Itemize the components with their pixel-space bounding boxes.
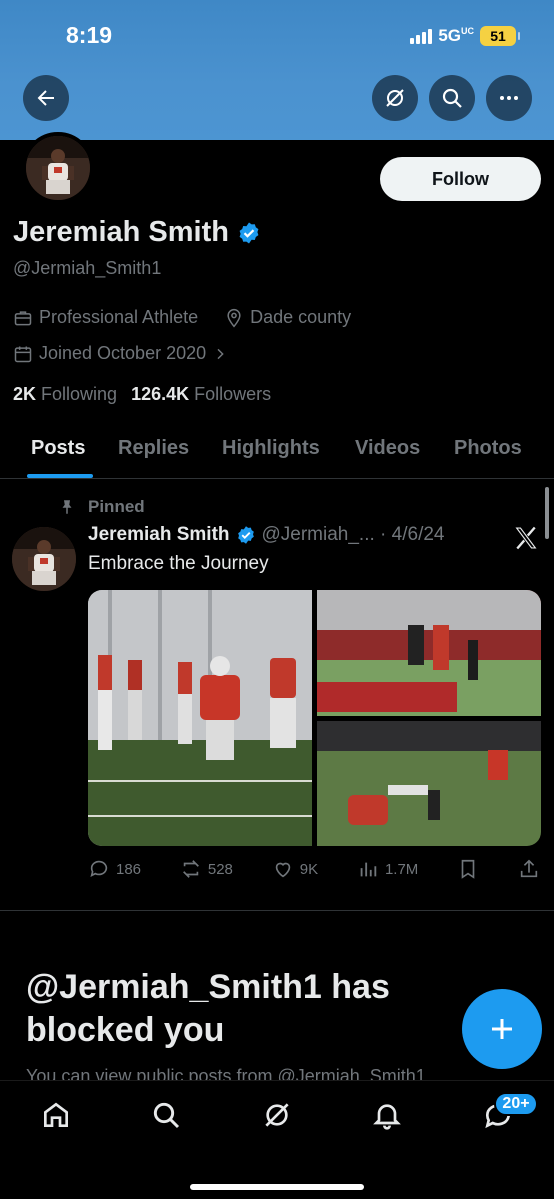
profile-meta-row: Professional Athlete Dade county (13, 307, 351, 328)
profile-handle: @Jermiah_Smith1 (13, 258, 162, 278)
verified-badge-icon[interactable] (237, 221, 261, 245)
tab-highlights[interactable]: Highlights (222, 437, 320, 460)
bookmark-icon (461, 859, 475, 879)
back-button[interactable] (23, 75, 69, 121)
bottom-nav (0, 1080, 554, 1199)
post-header: Jeremiah Smith @Jermiah_... · 4/6/24 (88, 524, 444, 546)
profile-location: Dade county (250, 307, 352, 327)
share-button[interactable] (518, 858, 540, 880)
grok-icon (386, 89, 404, 107)
more-button[interactable] (486, 75, 532, 121)
nav-grok[interactable] (259, 1097, 295, 1133)
profile-joined-row[interactable]: Joined October 2020 (13, 343, 228, 364)
tab-posts[interactable]: Posts (31, 437, 85, 460)
post-author[interactable]: Jeremiah Smith (88, 524, 230, 546)
status-time: 8:19 (66, 22, 113, 48)
search-icon (153, 1102, 180, 1129)
follow-button[interactable]: Follow (380, 157, 541, 201)
section-divider (0, 910, 554, 911)
nav-notifications[interactable] (369, 1097, 405, 1133)
status-indicators: 5GUC 51 (410, 26, 520, 46)
post-actions: 186 528 9K 1.7M (88, 858, 540, 880)
heart-icon (275, 862, 290, 878)
post-text: Embrace the Journey (88, 553, 269, 574)
signal-icon (410, 28, 433, 44)
plus-icon (492, 1019, 512, 1039)
scrollbar[interactable] (545, 487, 549, 539)
followers-link[interactable]: 126.4K Followers (131, 384, 271, 405)
active-tab-indicator (27, 474, 93, 478)
grok-button[interactable] (372, 75, 418, 121)
network-label: 5GUC (438, 26, 474, 45)
x-logo-icon (515, 526, 537, 550)
search-icon (442, 88, 462, 108)
nav-home[interactable] (38, 1097, 74, 1133)
reply-icon (90, 860, 108, 877)
bookmark-button[interactable] (457, 858, 479, 880)
profile-banner (0, 0, 554, 140)
home-icon (44, 1102, 68, 1127)
verified-badge-icon (237, 526, 254, 544)
location-icon (227, 308, 241, 327)
compose-button[interactable] (462, 989, 542, 1069)
views-button[interactable]: 1.7M (357, 858, 418, 880)
calendar-icon (14, 346, 32, 362)
home-indicator (190, 1184, 364, 1190)
post-avatar[interactable] (12, 527, 76, 591)
chevron-right-icon (217, 348, 224, 359)
post-media-grid[interactable] (88, 590, 541, 846)
bell-icon (373, 1104, 401, 1130)
profile-joined: Joined October 2020 (39, 343, 207, 363)
post-handle-date: @Jermiah_... · 4/6/24 (261, 524, 445, 545)
pin-icon (62, 500, 72, 514)
reply-button[interactable]: 186 (88, 858, 141, 880)
battery-icon: 51 (480, 26, 520, 46)
profile-name: Jeremiah Smith (13, 216, 261, 249)
pinned-label: Pinned (58, 497, 145, 517)
profile-tabs: Posts Replies Highlights Videos Photos (0, 425, 554, 479)
like-button[interactable]: 9K (272, 858, 318, 880)
tab-photos[interactable]: Photos (454, 437, 522, 460)
grok-icon (265, 1103, 289, 1127)
views-icon (360, 862, 377, 877)
tab-videos[interactable]: Videos (355, 437, 420, 460)
tab-replies[interactable]: Replies (118, 437, 189, 460)
blocked-title: @Jermiah_Smith1 has blocked you (26, 968, 390, 1049)
repost-button[interactable]: 528 (180, 858, 233, 880)
arrow-left-icon (37, 90, 54, 106)
share-icon (520, 859, 538, 878)
following-link[interactable]: 2K Following (13, 384, 117, 405)
search-button[interactable] (429, 75, 475, 121)
nav-search[interactable] (148, 1097, 184, 1133)
briefcase-icon (14, 310, 32, 325)
profile-avatar[interactable] (22, 132, 94, 204)
repost-icon (182, 860, 199, 878)
profile-category: Professional Athlete (39, 307, 199, 327)
profile-name-text: Jeremiah Smith (13, 216, 229, 248)
notification-badge: 20+ (494, 1092, 538, 1116)
more-icon (500, 96, 518, 100)
follow-counts: 2K Following 126.4K Followers (13, 384, 271, 405)
